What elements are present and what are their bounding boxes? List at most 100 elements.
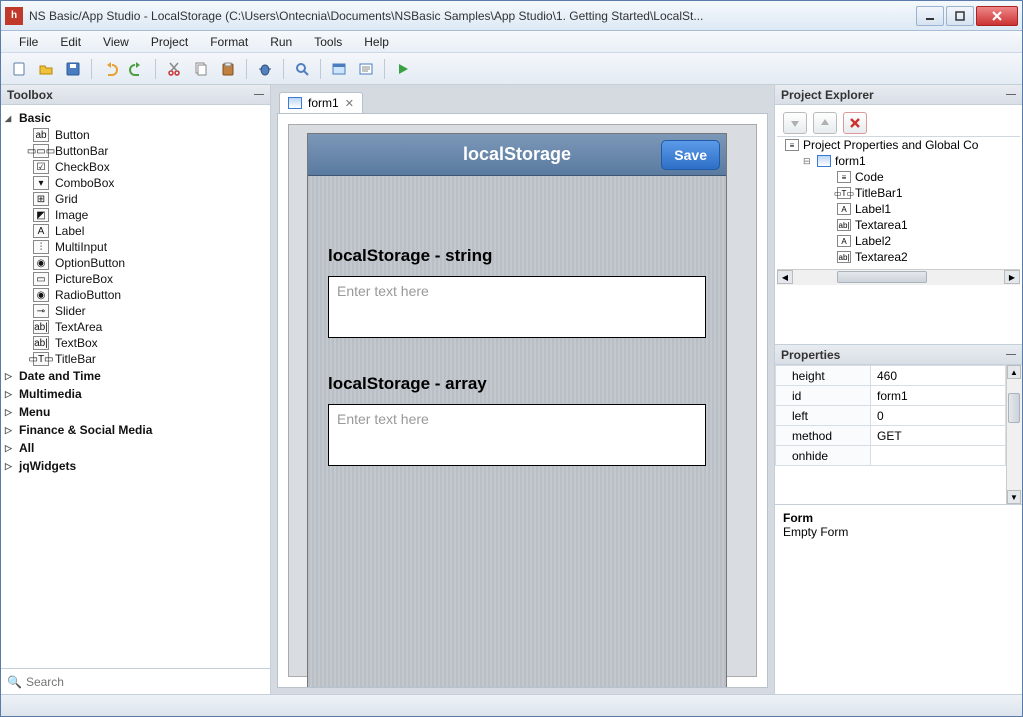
run-button[interactable] <box>391 57 415 81</box>
property-value[interactable]: GET <box>871 426 1006 446</box>
toolbox-category[interactable]: Date and Time <box>3 367 268 385</box>
menu-project[interactable]: Project <box>141 33 198 51</box>
pe-item[interactable]: ALabel2 <box>777 233 1020 249</box>
toolbox-item[interactable]: ☑CheckBox <box>3 159 268 175</box>
toolbox-item[interactable]: ab|TextArea <box>3 319 268 335</box>
property-value[interactable]: 460 <box>871 366 1006 386</box>
control-icon: ab <box>33 128 49 142</box>
toolbox-category[interactable]: Multimedia <box>3 385 268 403</box>
toolbox-item[interactable]: abButton <box>3 127 268 143</box>
toolbox-item[interactable]: ▭T▭ TitleBar <box>3 351 268 367</box>
toolbox-item[interactable]: ◉OptionButton <box>3 255 268 271</box>
toolbox-minimize-icon[interactable]: — <box>254 89 264 100</box>
menu-run[interactable]: Run <box>260 33 302 51</box>
pe-item[interactable]: ab|Textarea2 <box>777 249 1020 265</box>
toolbox-category[interactable]: Basic <box>3 109 268 127</box>
design-canvas[interactable]: localStorage Save localStorage - string … <box>277 113 768 688</box>
menu-edit[interactable]: Edit <box>50 33 91 51</box>
open-button[interactable] <box>34 57 58 81</box>
property-row[interactable]: onhide <box>776 446 1006 466</box>
scroll-left-icon[interactable]: ◀ <box>777 270 793 284</box>
label1-control[interactable]: localStorage - string <box>328 246 726 266</box>
property-value[interactable]: form1 <box>871 386 1006 406</box>
pe-item[interactable]: ab|Textarea1 <box>777 217 1020 233</box>
toolbox-category[interactable]: jqWidgets <box>3 457 268 475</box>
toolbox-item[interactable]: ◩Image <box>3 207 268 223</box>
properties-grid: height460idform1left0methodGETonhide ▲ ▼ <box>775 365 1022 505</box>
titlebar-control[interactable]: localStorage Save <box>308 134 726 176</box>
toolbox-category[interactable]: Finance & Social Media <box>3 421 268 439</box>
property-value[interactable]: 0 <box>871 406 1006 426</box>
control-icon: ▭ <box>33 272 49 286</box>
pe-item[interactable]: ▭T▭TitleBar1 <box>777 185 1020 201</box>
toolbox-item[interactable]: ⊞Grid <box>3 191 268 207</box>
toolbox-item[interactable]: ⫶MultiInput <box>3 239 268 255</box>
property-value[interactable] <box>871 446 1006 466</box>
control-icon: A <box>33 224 49 238</box>
pe-item[interactable]: ALabel1 <box>777 201 1020 217</box>
pe-item[interactable]: ≡Code <box>777 169 1020 185</box>
undo-button[interactable] <box>98 57 122 81</box>
new-button[interactable] <box>7 57 31 81</box>
pe-root[interactable]: ≡ Project Properties and Global Co <box>777 137 1020 153</box>
scroll-down-icon[interactable]: ▼ <box>1007 490 1021 504</box>
collapse-icon[interactable]: ⊟ <box>803 156 813 167</box>
toolbox-item[interactable]: ◉RadioButton <box>3 287 268 303</box>
pe-form1[interactable]: ⊟ form1 <box>777 153 1020 169</box>
property-row[interactable]: left0 <box>776 406 1006 426</box>
props-vertical-scrollbar[interactable]: ▲ ▼ <box>1006 365 1022 504</box>
new-code-button[interactable] <box>354 57 378 81</box>
search-input[interactable] <box>26 675 264 689</box>
menu-help[interactable]: Help <box>354 33 399 51</box>
move-down-button[interactable] <box>783 112 807 134</box>
toolbox-item[interactable]: ab|TextBox <box>3 335 268 351</box>
toolbox-item[interactable]: ⊸Slider <box>3 303 268 319</box>
close-button[interactable] <box>976 6 1018 26</box>
toolbox-item[interactable]: ▭PictureBox <box>3 271 268 287</box>
pe-minimize-icon[interactable]: — <box>1006 89 1016 100</box>
control-icon: ▭T▭ <box>33 352 49 366</box>
paste-button[interactable] <box>216 57 240 81</box>
form-preview[interactable]: localStorage Save localStorage - string … <box>307 133 727 688</box>
property-name: left <box>776 406 871 426</box>
menu-tools[interactable]: Tools <box>304 33 352 51</box>
textarea1-control[interactable]: Enter text here <box>328 276 706 338</box>
toolbox-tree: BasicabButton▭▭▭ButtonBar☑CheckBox▾Combo… <box>1 105 270 668</box>
toolbox-item-label: Image <box>55 208 88 222</box>
toolbox-category[interactable]: Menu <box>3 403 268 421</box>
project-icon: ≡ <box>785 139 799 151</box>
toolbox-category[interactable]: All <box>3 439 268 457</box>
menu-format[interactable]: Format <box>200 33 258 51</box>
minimize-button[interactable] <box>916 6 944 26</box>
menu-file[interactable]: File <box>9 33 48 51</box>
toolbox-item[interactable]: ALabel <box>3 223 268 239</box>
delete-button[interactable] <box>843 112 867 134</box>
toolbox-item[interactable]: ▾ComboBox <box>3 175 268 191</box>
props-minimize-icon[interactable]: — <box>1006 349 1016 360</box>
pe-horizontal-scrollbar[interactable]: ◀ ▶ <box>777 269 1020 285</box>
label2-control[interactable]: localStorage - array <box>328 374 726 394</box>
debug-button[interactable] <box>253 57 277 81</box>
scroll-up-icon[interactable]: ▲ <box>1007 365 1021 379</box>
scroll-thumb[interactable] <box>1008 393 1020 423</box>
save-button[interactable] <box>61 57 85 81</box>
property-row[interactable]: height460 <box>776 366 1006 386</box>
cut-button[interactable] <box>162 57 186 81</box>
scroll-right-icon[interactable]: ▶ <box>1004 270 1020 284</box>
redo-button[interactable] <box>125 57 149 81</box>
document-tab[interactable]: form1 ✕ <box>279 92 363 113</box>
property-row[interactable]: idform1 <box>776 386 1006 406</box>
new-form-button[interactable] <box>327 57 351 81</box>
property-row[interactable]: methodGET <box>776 426 1006 446</box>
textarea2-control[interactable]: Enter text here <box>328 404 706 466</box>
menu-view[interactable]: View <box>93 33 139 51</box>
scroll-thumb[interactable] <box>837 271 927 283</box>
toolbox-item[interactable]: ▭▭▭ButtonBar <box>3 143 268 159</box>
toolbox-item-label: TitleBar <box>55 352 96 366</box>
move-up-button[interactable] <box>813 112 837 134</box>
maximize-button[interactable] <box>946 6 974 26</box>
save-control-button[interactable]: Save <box>661 140 720 170</box>
copy-button[interactable] <box>189 57 213 81</box>
close-tab-icon[interactable]: ✕ <box>345 97 354 110</box>
find-button[interactable] <box>290 57 314 81</box>
